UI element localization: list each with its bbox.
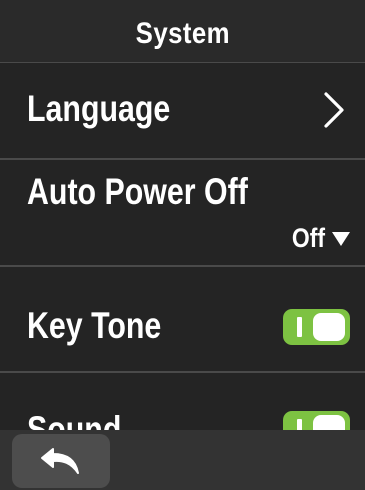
chevron-right-icon	[324, 92, 344, 128]
settings-list[interactable]: Language Auto Power Off Off Key Tone Sou…	[0, 63, 365, 431]
key-tone-label: Key Tone	[27, 305, 162, 346]
language-row[interactable]: Language	[0, 63, 365, 160]
bottom-bar	[0, 430, 365, 490]
back-button[interactable]	[12, 434, 110, 488]
key-tone-row[interactable]: Key Tone	[0, 267, 365, 373]
auto-power-off-row[interactable]: Auto Power Off Off	[0, 160, 365, 267]
language-label: Language	[27, 88, 171, 129]
toggle-on-indicator	[297, 317, 302, 337]
auto-power-off-dropdown[interactable]: Off	[286, 223, 351, 254]
auto-power-off-label: Auto Power Off	[27, 171, 248, 212]
dropdown-triangle-icon	[332, 231, 350, 246]
page-title: System	[135, 17, 230, 50]
toggle-knob	[313, 415, 345, 431]
system-screen: System Language Auto Power Off Off Key T…	[0, 0, 365, 490]
key-tone-toggle[interactable]	[283, 309, 350, 345]
sound-toggle[interactable]	[283, 411, 350, 431]
back-arrow-icon	[41, 448, 79, 474]
toggle-knob	[313, 313, 345, 341]
auto-power-off-value: Off	[291, 223, 325, 253]
title-bar: System	[0, 0, 365, 63]
sound-label: Sound	[27, 409, 122, 431]
sound-row[interactable]: Sound	[0, 373, 365, 431]
